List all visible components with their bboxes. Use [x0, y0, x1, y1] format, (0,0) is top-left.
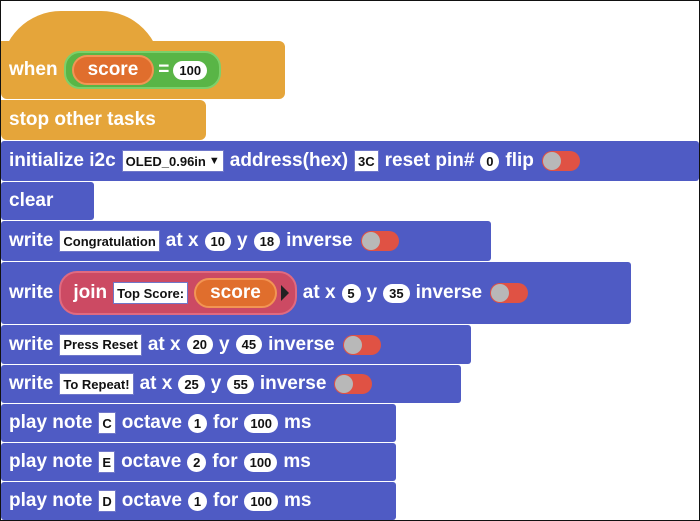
play-note-block[interactable]: play note E octave 2 for 100 ms — [1, 443, 396, 481]
x-input[interactable]: 25 — [178, 374, 205, 394]
for-label: for — [213, 490, 239, 511]
write-text-input[interactable]: To Repeat! — [59, 373, 134, 395]
clear-label: clear — [9, 190, 54, 211]
at-x-label: at x — [165, 230, 199, 251]
octave-label: octave — [121, 451, 182, 472]
y-label: y — [366, 282, 378, 303]
for-label: for — [213, 412, 239, 433]
toggle-knob — [542, 152, 561, 170]
at-x-label: at x — [147, 333, 181, 355]
toggle-knob — [491, 284, 510, 302]
initialize-i2c-block[interactable]: initialize i2c OLED_0.96in ▼ address(hex… — [1, 141, 699, 181]
inverse-label: inverse — [259, 373, 327, 394]
octave-input[interactable]: 1 — [188, 413, 207, 433]
octave-input[interactable]: 2 — [187, 452, 207, 472]
inverse-label: inverse — [415, 282, 483, 303]
score-variable[interactable]: score — [71, 55, 155, 85]
when-block[interactable]: when score = 100 — [1, 41, 285, 99]
write-text-input[interactable]: Press Reset — [59, 333, 142, 356]
ms-label: ms — [283, 451, 311, 472]
play-note-label: play note — [9, 412, 93, 433]
score-variable[interactable]: score — [194, 278, 277, 308]
play-note-block[interactable]: play note D octave 1 for 100 ms — [1, 482, 396, 520]
inverse-toggle[interactable] — [342, 334, 381, 355]
join-label: join — [73, 282, 108, 303]
write-label: write — [9, 230, 54, 251]
write-block[interactable]: write Press Reset at x 20 y 45 inverse — [1, 325, 471, 364]
octave-label: octave — [121, 412, 182, 433]
duration-input[interactable]: 100 — [244, 491, 279, 511]
play-note-block[interactable]: play note C octave 1 for 100 ms — [1, 404, 396, 442]
join-text-input[interactable]: Top Score: — [113, 282, 189, 304]
play-note-label: play note — [9, 451, 93, 472]
note-input[interactable]: D — [98, 490, 116, 512]
display-dropdown-value: OLED_0.96in — [125, 153, 206, 169]
inverse-toggle[interactable] — [490, 283, 529, 303]
x-input[interactable]: 5 — [341, 283, 361, 303]
dropdown-caret-icon: ▼ — [208, 155, 220, 167]
compare-block[interactable]: score = 100 — [63, 51, 222, 89]
inverse-toggle[interactable] — [334, 374, 373, 394]
note-input[interactable]: E — [98, 451, 116, 473]
address-label: address(hex) — [229, 150, 349, 171]
ms-label: ms — [284, 490, 312, 511]
note-input[interactable]: C — [98, 412, 116, 434]
stop-other-tasks-label: stop other tasks — [9, 109, 156, 130]
address-input[interactable]: 3C — [354, 150, 379, 172]
ms-label: ms — [284, 412, 312, 433]
inverse-label: inverse — [268, 333, 335, 355]
toggle-knob — [335, 375, 354, 393]
y-label: y — [219, 333, 230, 355]
y-label: y — [237, 230, 248, 251]
y-input[interactable]: 45 — [235, 335, 263, 354]
play-note-label: play note — [9, 490, 93, 511]
duration-input[interactable]: 100 — [244, 413, 279, 433]
write-label: write — [9, 282, 54, 303]
octave-label: octave — [121, 490, 182, 511]
clear-block[interactable]: clear — [1, 182, 94, 220]
flip-toggle[interactable] — [541, 151, 580, 171]
duration-input[interactable]: 100 — [243, 452, 278, 472]
y-input[interactable]: 55 — [227, 374, 254, 394]
octave-input[interactable]: 1 — [188, 491, 207, 511]
toggle-knob — [343, 335, 362, 354]
write-label: write — [9, 333, 54, 355]
join-block[interactable]: join Top Score: score — [59, 271, 297, 315]
reset-pin-label: reset pin# — [384, 150, 475, 171]
for-label: for — [212, 451, 238, 472]
x-input[interactable]: 20 — [186, 335, 214, 354]
initialize-i2c-label: initialize i2c — [9, 150, 116, 171]
toggle-knob — [361, 232, 380, 250]
display-dropdown[interactable]: OLED_0.96in ▼ — [121, 150, 224, 172]
write-text-input[interactable]: Congratulation — [59, 230, 160, 252]
at-x-label: at x — [302, 282, 336, 303]
x-input[interactable]: 10 — [204, 231, 232, 251]
equals-operator: = — [158, 59, 170, 80]
inverse-toggle[interactable] — [360, 231, 399, 251]
write-join-block[interactable]: write join Top Score: score at x 5 y 35 … — [1, 262, 631, 324]
stop-other-tasks-block[interactable]: stop other tasks — [1, 100, 206, 140]
inverse-label: inverse — [286, 230, 353, 251]
join-arrow-icon — [280, 285, 289, 301]
flip-label: flip — [505, 150, 534, 171]
compare-value-input[interactable]: 100 — [173, 60, 208, 80]
write-label: write — [9, 373, 54, 394]
when-label: when — [9, 59, 58, 80]
y-label: y — [210, 373, 222, 394]
write-block[interactable]: write To Repeat! at x 25 y 55 inverse — [1, 365, 461, 403]
y-input[interactable]: 35 — [383, 283, 410, 303]
y-input[interactable]: 18 — [253, 231, 281, 251]
write-block[interactable]: write Congratulation at x 10 y 18 invers… — [1, 221, 491, 261]
workspace: when score = 100 stop other tasks initia… — [0, 0, 700, 521]
at-x-label: at x — [139, 373, 173, 394]
reset-pin-input[interactable]: 0 — [480, 151, 500, 171]
